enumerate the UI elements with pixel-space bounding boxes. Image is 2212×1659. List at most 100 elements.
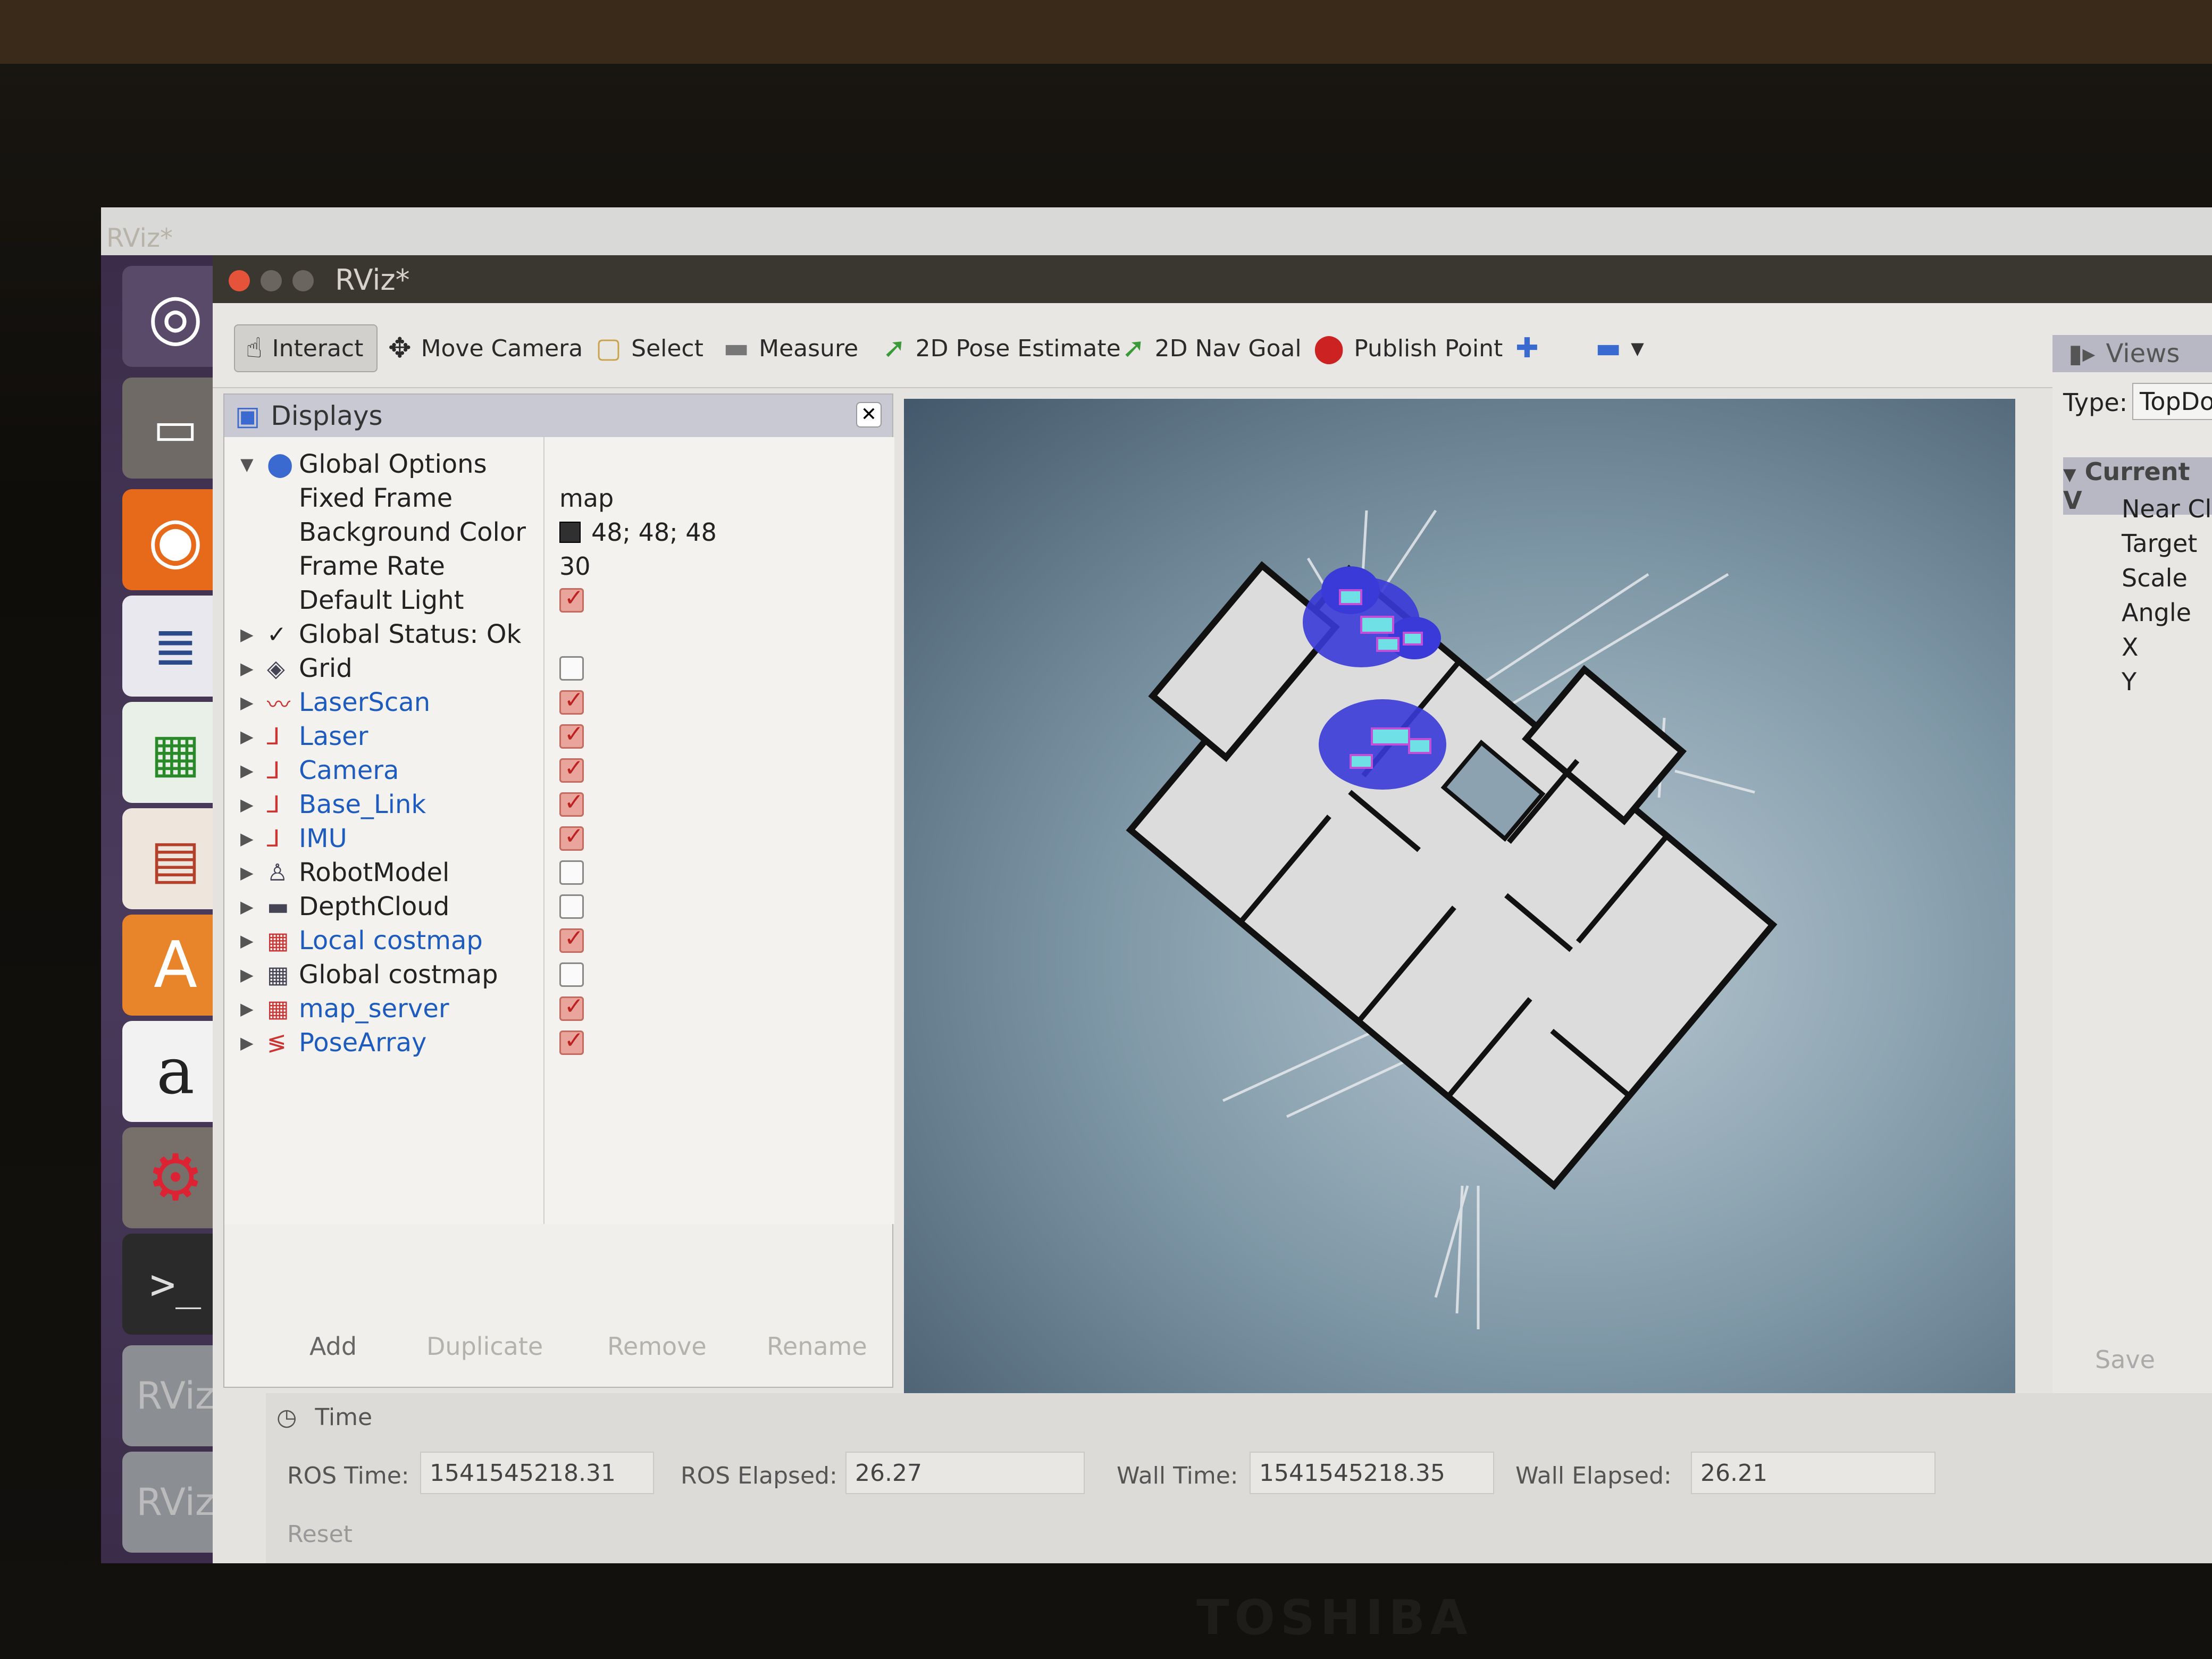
view-property: Near Cl: [2122, 495, 2212, 523]
default-light-row[interactable]: Default Light: [224, 584, 894, 617]
display-item-checkbox[interactable]: [559, 1027, 584, 1055]
display-item-checkbox[interactable]: [559, 993, 584, 1021]
global-status-row[interactable]: ▶ ✓ Global Status: Ok: [224, 618, 894, 651]
displays-tree: ▼ ⬤ Global Options Fixed Frame map Background…: [224, 437, 894, 1224]
chevron-right-icon[interactable]: ▶: [240, 828, 254, 849]
toolbar: ☝ Interact ✥ Move Camera ▢ Select ▬ Meas…: [213, 303, 2212, 388]
view-property: Scale: [2122, 564, 2188, 592]
laptop-screen-photo: RViz* ◎ ▭ ◉ ≣ ▦ ▤ A a ⚙ >_ RViz RViz RVi…: [0, 0, 2212, 1659]
display-item-label: RobotModel: [299, 858, 450, 887]
views-save-button[interactable]: Save: [2095, 1345, 2155, 1374]
ros-elapsed-label: ROS Elapsed:: [681, 1462, 837, 1489]
chevron-right-icon[interactable]: ▶: [240, 794, 254, 815]
interact-button[interactable]: ☝ Interact: [234, 324, 378, 372]
displays-header: ▣ Displays: [224, 395, 892, 437]
chevron-right-icon[interactable]: ▶: [240, 999, 254, 1019]
display-item-checkbox[interactable]: [559, 755, 584, 783]
minus-icon: ▬: [1595, 332, 1622, 364]
close-icon[interactable]: ✕: [856, 402, 882, 428]
display-item-row[interactable]: ▶ ▦ map_server: [224, 992, 894, 1025]
axes-icon: ⅃: [267, 757, 280, 784]
display-item-checkbox[interactable]: [559, 894, 584, 919]
costmap-icon: ▦: [267, 927, 289, 954]
display-item-checkbox[interactable]: [559, 925, 584, 953]
3d-viewport[interactable]: [904, 399, 2015, 1414]
close-window-icon[interactable]: [229, 270, 250, 291]
measure-button[interactable]: ▬ Measure: [723, 324, 858, 372]
maximize-window-icon[interactable]: [292, 270, 314, 291]
views-type-select[interactable]: TopDo: [2132, 383, 2212, 420]
green-arrow-icon: ➚: [1122, 332, 1145, 364]
chevron-right-icon[interactable]: ▶: [240, 658, 254, 678]
frame-rate-row[interactable]: Frame Rate 30: [224, 550, 894, 583]
display-item-row[interactable]: ▶ ≶ PoseArray: [224, 1026, 894, 1059]
display-item-row[interactable]: ▶ ⅃ IMU: [224, 822, 894, 855]
display-item-checkbox[interactable]: [559, 789, 584, 817]
display-item-label: LaserScan: [299, 688, 431, 717]
display-item-row[interactable]: ▶ ♙ RobotModel: [224, 856, 894, 889]
ros-time-label: ROS Time:: [287, 1462, 409, 1489]
display-item-checkbox[interactable]: [559, 962, 584, 987]
wall-time-label: Wall Time:: [1117, 1462, 1238, 1489]
minimize-window-icon[interactable]: [261, 270, 282, 291]
ros-time-field: 1541545218.31: [420, 1452, 654, 1494]
views-panel: ▮▸ Views Type: TopDo ▼ Current V Near Cl…: [2052, 335, 2212, 1398]
clock-icon: ◷: [276, 1404, 297, 1431]
nav-goal-button[interactable]: ➚ 2D Nav Goal: [1122, 324, 1302, 372]
ros-elapsed-field: 26.27: [845, 1452, 1085, 1494]
rename-button[interactable]: Rename: [767, 1325, 867, 1368]
chevron-right-icon[interactable]: ▶: [240, 965, 254, 985]
global-options-row[interactable]: ▼ ⬤ Global Options: [224, 448, 894, 481]
chevron-right-icon[interactable]: ▶: [240, 862, 254, 883]
chevron-right-icon[interactable]: ▶: [240, 931, 254, 951]
chevron-down-icon: ▼: [2063, 464, 2076, 484]
default-light-checkbox[interactable]: [559, 584, 584, 613]
chevron-right-icon[interactable]: ▶: [240, 692, 254, 713]
display-item-checkbox[interactable]: [559, 656, 584, 681]
display-item-row[interactable]: ▶ ▬ DepthCloud: [224, 890, 894, 923]
display-item-row[interactable]: ▶ ⅃ Camera: [224, 754, 894, 787]
select-button[interactable]: ▢ Select: [596, 324, 703, 372]
displays-buttons: Add Duplicate Remove Rename: [224, 1325, 894, 1368]
background-color-row[interactable]: Background Color 48; 48; 48: [224, 516, 894, 549]
display-item-checkbox[interactable]: [559, 860, 584, 885]
fixed-frame-row[interactable]: Fixed Frame map: [224, 482, 894, 515]
chevron-down-icon: ▼: [1631, 338, 1644, 358]
duplicate-button[interactable]: Duplicate: [426, 1325, 543, 1368]
display-item-row[interactable]: ▶ ◈ Grid: [224, 652, 894, 685]
select-box-icon: ▢: [596, 332, 622, 364]
pose-estimate-button[interactable]: ➚ 2D Pose Estimate: [883, 324, 1121, 372]
color-swatch[interactable]: [559, 522, 581, 543]
rviz-window: RViz* ☝ Interact ✥ Move Camera ▢ Select …: [213, 255, 2212, 1563]
chevron-right-icon[interactable]: ▶: [240, 760, 254, 781]
display-item-checkbox[interactable]: [559, 720, 584, 749]
titlebar: RViz*: [213, 255, 2212, 303]
display-item-label: Local costmap: [299, 926, 483, 956]
display-item-row[interactable]: ▶ ▦ Local costmap: [224, 924, 894, 957]
remove-tool-button[interactable]: ▬ ▼: [1595, 324, 1644, 372]
bezel-top: [0, 0, 2212, 64]
display-item-row[interactable]: ▶ ⅃ Base_Link: [224, 788, 894, 821]
publish-point-button[interactable]: ⬤ Publish Point: [1313, 324, 1503, 372]
map-icon: ▦: [267, 995, 289, 1023]
display-item-label: map_server: [299, 994, 449, 1024]
display-item-row[interactable]: ▶ ⅃ Laser: [224, 720, 894, 753]
add-tool-button[interactable]: ✚: [1515, 324, 1539, 372]
display-item-label: DepthCloud: [299, 892, 450, 921]
green-arrow-icon: ➚: [883, 332, 906, 364]
chevron-right-icon[interactable]: ▶: [240, 896, 254, 917]
display-item-row[interactable]: ▶ ▦ Global costmap: [224, 958, 894, 991]
time-header: ◷ Time: [276, 1404, 373, 1431]
chevron-right-icon[interactable]: ▶: [240, 1033, 254, 1053]
display-item-checkbox[interactable]: [559, 686, 584, 715]
display-item-checkbox[interactable]: [559, 823, 584, 851]
display-item-label: IMU: [299, 824, 347, 853]
remove-button[interactable]: Remove: [607, 1325, 707, 1368]
move-camera-button[interactable]: ✥ Move Camera: [388, 324, 583, 372]
views-type-label: Type:: [2063, 388, 2128, 417]
display-item-row[interactable]: ▶ 〰 LaserScan: [224, 686, 894, 719]
add-button[interactable]: Add: [309, 1325, 357, 1368]
reset-button[interactable]: Reset: [287, 1521, 353, 1548]
globe-icon: ⬤: [267, 450, 294, 478]
chevron-right-icon[interactable]: ▶: [240, 726, 254, 747]
